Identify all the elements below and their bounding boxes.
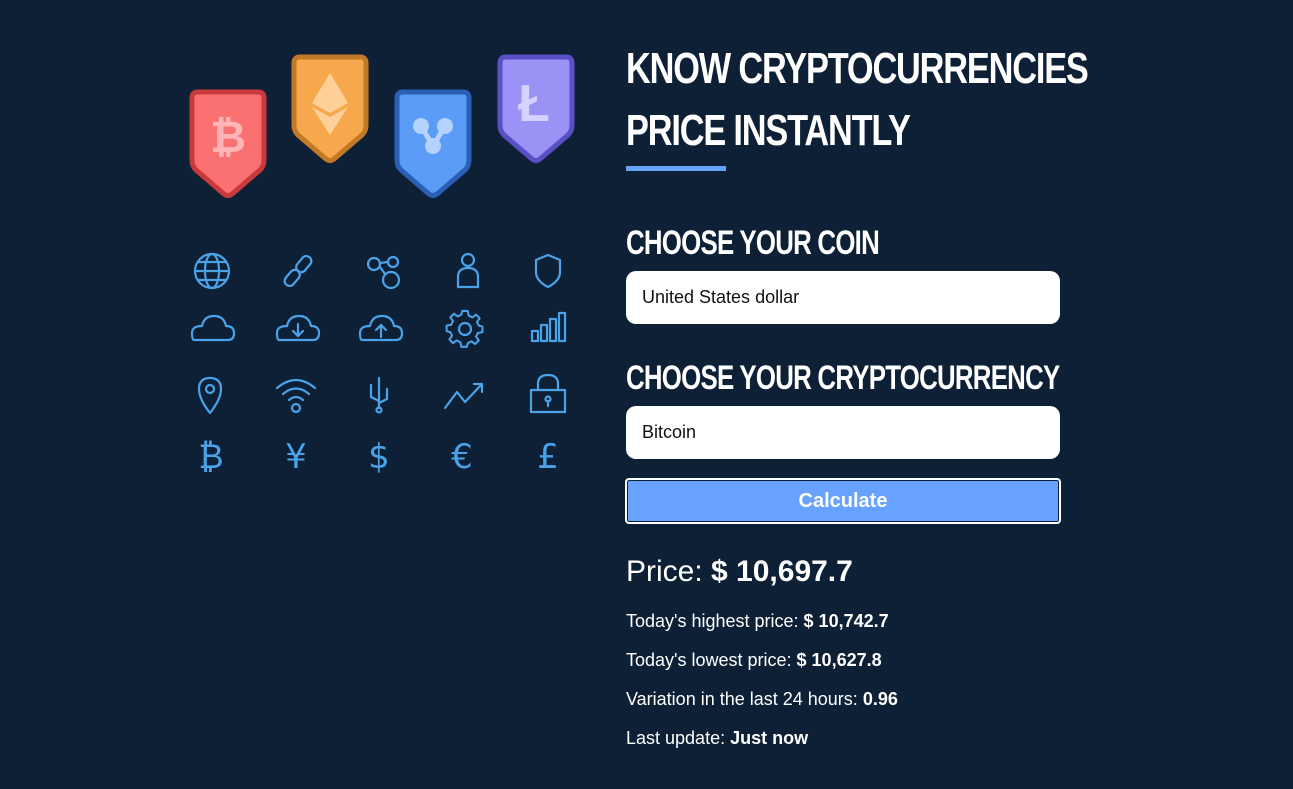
- price-stats: Today's highest price: $ 10,742.7 Today'…: [626, 610, 1060, 749]
- network-icon: [366, 255, 401, 290]
- page: ₿ Ł ₿ ¥ $ € £ KNOW CRYPTOCURRENCIES PRIC…: [0, 0, 1293, 789]
- svg-text:₿: ₿: [210, 113, 246, 162]
- highest-price-label: Today's highest price:: [626, 611, 799, 631]
- shield-icon: [534, 253, 562, 289]
- ripple-badge: [394, 89, 472, 198]
- crypto-illustration: ₿ Ł ₿ ¥ $ € £: [180, 50, 580, 490]
- pound-icon: £: [537, 437, 559, 477]
- user-icon: [456, 252, 480, 289]
- title-line-1: KNOW CRYPTOCURRENCIES: [626, 44, 1089, 93]
- last-update-label: Last update:: [626, 728, 726, 748]
- dollar-icon: $: [368, 437, 390, 477]
- usb-icon: [369, 376, 389, 414]
- variation-value: 0.96: [862, 689, 898, 709]
- illustration-svg: ₿ Ł ₿ ¥ $ € £: [189, 54, 575, 477]
- euro-icon: €: [451, 437, 473, 477]
- location-pin-icon: [197, 376, 223, 415]
- variation-row: Variation in the last 24 hours: 0.96: [626, 688, 1060, 710]
- litecoin-badge: Ł: [497, 54, 575, 163]
- crypto-select[interactable]: Bitcoin: [626, 406, 1060, 459]
- last-update-value: Just now: [730, 728, 809, 748]
- link-icon: [283, 254, 313, 288]
- highest-price-row: Today's highest price: $ 10,742.7: [626, 610, 1060, 632]
- crypto-select-value: Bitcoin: [642, 422, 697, 442]
- page-title: KNOW CRYPTOCURRENCIES PRICE INSTANTLY: [626, 38, 1089, 162]
- crypto-label: CHOOSE YOUR CRYPTOCURRENCY: [626, 359, 1060, 397]
- coin-select-value: United States dollar: [642, 287, 800, 307]
- globe-icon: [193, 252, 231, 290]
- bitcoin-symbol-icon: ₿: [198, 437, 223, 477]
- price-label: Price:: [626, 555, 703, 588]
- coin-label: CHOOSE YOUR COIN: [626, 224, 880, 262]
- lowest-price-label: Today's lowest price:: [626, 650, 792, 670]
- wifi-icon: [275, 378, 317, 414]
- lock-icon: [529, 373, 567, 414]
- yen-icon: ¥: [285, 437, 307, 477]
- cloud-icon: [190, 314, 236, 342]
- bitcoin-badge: ₿: [189, 89, 267, 198]
- calculate-button[interactable]: Calculate: [625, 478, 1061, 524]
- highest-price-value: $ 10,742.7: [803, 611, 889, 631]
- gear-icon: [445, 309, 484, 348]
- bar-chart-icon: [530, 311, 567, 343]
- cloud-download-icon: [275, 314, 321, 342]
- svg-text:Ł: Ł: [518, 75, 550, 133]
- coin-select[interactable]: United States dollar: [626, 271, 1060, 324]
- lowest-price-row: Today's lowest price: $ 10,627.8: [626, 649, 1060, 671]
- title-underline: [626, 166, 726, 171]
- price-result: Price: $ 10,697.7: [626, 554, 1060, 590]
- price-value: $ 10,697.7: [711, 555, 853, 588]
- ethereum-badge: [291, 54, 369, 163]
- lowest-price-value: $ 10,627.8: [796, 650, 882, 670]
- title-line-2: PRICE INSTANTLY: [626, 106, 911, 155]
- converter-form: KNOW CRYPTOCURRENCIES PRICE INSTANTLY CH…: [625, 38, 1089, 749]
- last-update-row: Last update: Just now: [626, 727, 1060, 749]
- variation-label: Variation in the last 24 hours:: [626, 689, 858, 709]
- cloud-upload-icon: [358, 314, 404, 342]
- trend-up-icon: [443, 382, 484, 410]
